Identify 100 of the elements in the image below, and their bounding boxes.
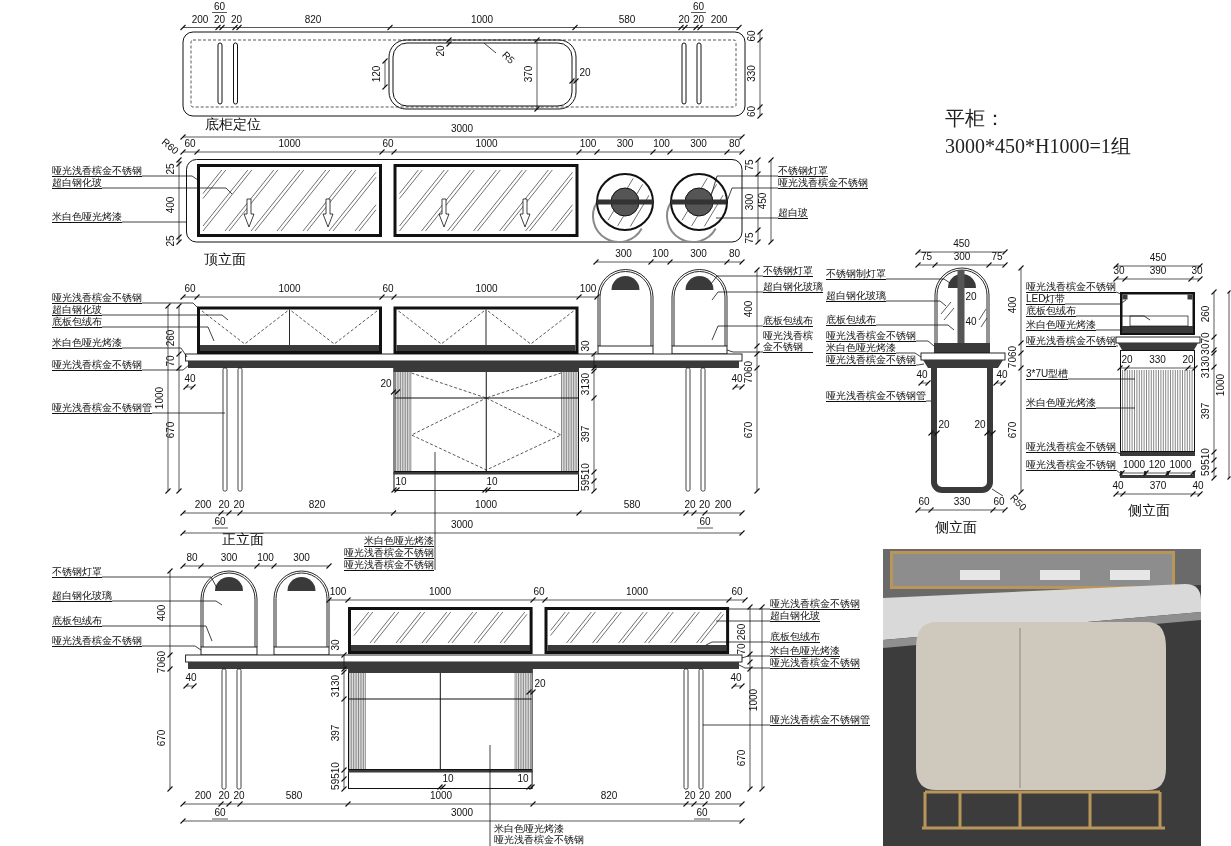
dimension-label: 1000 (278, 283, 301, 294)
leader-line (141, 645, 202, 651)
dimension-label: 20 (218, 499, 230, 510)
view-title: 侧立面 (935, 520, 977, 535)
dimension-label: 20 (974, 419, 986, 430)
dimension-label: 60 (696, 807, 708, 818)
material-label: 不锈钢制灯罩 (826, 267, 886, 280)
dome-base (934, 343, 990, 353)
dimension-label: 120 (371, 65, 382, 83)
leader-line (715, 217, 779, 219)
dimension-label: 20 (213, 13, 226, 25)
material-label: LED灯带 (1026, 292, 1066, 305)
dimension-label: 370 (1149, 480, 1167, 491)
dimension-label: 60 (214, 516, 226, 527)
material-label: 哑光浅香槟金不锈钢 (494, 834, 584, 845)
material-label: 米白色哑光烤漆 (770, 644, 840, 657)
dimension-label: 70 (736, 643, 747, 655)
leader-line (726, 349, 764, 353)
dome-base (671, 345, 728, 355)
dimension-line (731, 383, 746, 391)
material-label: 哑光浅香槟金不锈钢 (778, 176, 868, 189)
material-label: 不锈钢灯罩 (778, 164, 828, 177)
dimension-label: 100 (579, 283, 597, 294)
material-label: 哑光浅香槟金不锈钢 (826, 329, 916, 342)
leader-line (885, 300, 947, 307)
material-label: 哑光浅香槟金不锈钢管 (770, 713, 870, 726)
dimension-label: 75 (744, 159, 755, 171)
dimension-label: 670 (156, 729, 167, 747)
dimension-label: 10 (442, 773, 454, 784)
dimension-label: 580 (618, 13, 636, 25)
dimension-label: 200 (194, 790, 212, 801)
dimension-label: 670 (165, 421, 176, 439)
dimension-line (390, 486, 401, 494)
leader-line (915, 340, 935, 347)
leader-line (915, 363, 925, 366)
dimension-label: 60 (746, 30, 757, 42)
material-label: 米白色哑光烤漆 (52, 336, 122, 349)
dimension-label: 3000 (450, 807, 474, 818)
dimension-label: 580 (623, 499, 641, 510)
leader-line (925, 400, 932, 402)
dimension-label: 60 (382, 283, 394, 294)
dimension-label: 40 (996, 369, 1008, 380)
arrow-icon (243, 198, 255, 228)
dimension-label: 60 (692, 0, 705, 12)
dimension-label: 3070 (1200, 332, 1211, 355)
dimension-label: 30 (330, 639, 341, 651)
material-label: 米白色哑光烤漆 (364, 534, 434, 547)
dimension-label: 1000 (470, 13, 494, 25)
dimension-label: 60 (699, 516, 711, 527)
dimension-label: 397 (580, 425, 591, 443)
dimension-label: 7060 (156, 650, 167, 674)
material-label: 哑光浅香槟金不锈钢 (52, 291, 142, 304)
arrow-icon (438, 198, 450, 228)
leader-line (741, 655, 771, 659)
dimension-line (390, 388, 401, 396)
dimension-label: 75 (920, 251, 933, 262)
dimension-label: 300 (220, 552, 238, 563)
leader-line (728, 608, 771, 610)
dimension-label: 80 (728, 248, 741, 259)
dimension-label: 120 (1148, 459, 1166, 470)
leader-line (1115, 345, 1119, 347)
dimension-label: 397 (1200, 402, 1211, 420)
lamp-stem (671, 199, 727, 205)
dimension-label: 397 (330, 724, 341, 742)
dimension-label: 820 (304, 13, 322, 25)
dimension-label: 40 (731, 373, 743, 384)
dimension-label: 1000 (1169, 459, 1192, 470)
slot (696, 42, 702, 105)
material-label: 米白色哑光烤漆 (494, 822, 564, 834)
dimension-line (568, 77, 580, 85)
dimension-label: 100 (257, 552, 274, 563)
dimension-label: 25 (165, 163, 176, 175)
dimension-label: 450 (953, 238, 970, 249)
dimension-label: 40 (184, 373, 196, 384)
leader-line (702, 724, 771, 726)
dimension-line (525, 688, 537, 696)
material-label: 米白色哑光烤漆 (1026, 318, 1096, 331)
dimension-label: 670 (736, 749, 747, 767)
dimension-label: 10 (517, 773, 529, 784)
leader-line (121, 221, 188, 223)
dimension-line (983, 429, 997, 437)
dimension-label: 1000 (475, 283, 498, 294)
material-label: 超白玻 (778, 206, 808, 219)
material-label: 底板包绒布 (52, 614, 102, 627)
material-label: 哑光浅香槟金不锈钢 (52, 358, 142, 371)
material-label: 超白钢化玻 (52, 176, 102, 189)
material-label: 哑光浅香槟金不锈钢 (52, 164, 142, 177)
dimension-label: 670 (1007, 421, 1018, 439)
dimension-label: 7060 (1007, 345, 1018, 369)
dimension-label: 20 (534, 678, 546, 689)
dimension-label: 20 (233, 499, 245, 510)
dimension-label: 75 (991, 251, 1003, 262)
dimension-label: 330 (953, 496, 971, 507)
material-label: 米白色哑光烤漆 (52, 210, 122, 223)
dimension-label: 300 (615, 248, 632, 259)
dimension-line (445, 36, 453, 48)
material-label: 哑光浅香槟金不锈钢 (826, 353, 916, 366)
dimension-label: 450 (1149, 252, 1167, 263)
material-label: 哑光浅香槟金不锈钢 (1026, 458, 1116, 471)
dimension-line (525, 783, 536, 791)
